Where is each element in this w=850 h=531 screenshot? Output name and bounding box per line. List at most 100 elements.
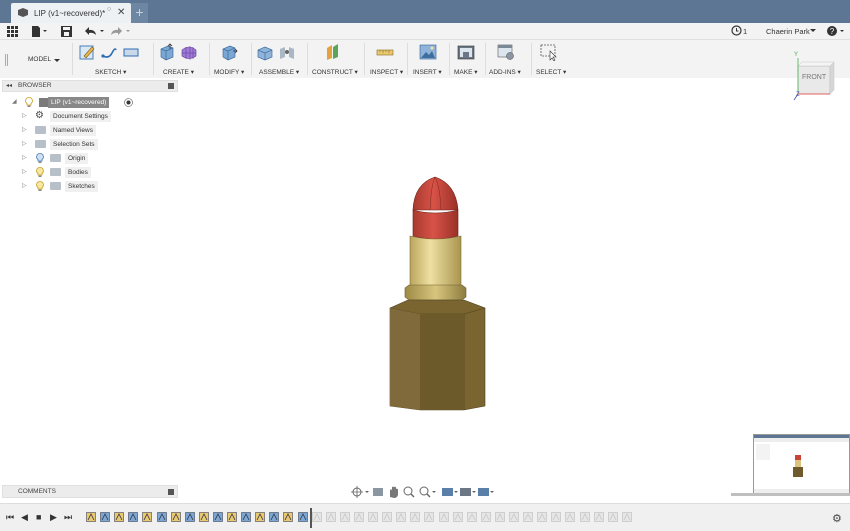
activate-radio-icon[interactable] (124, 98, 133, 107)
timeline-marker[interactable] (310, 508, 312, 528)
offset-plane-icon[interactable] (324, 43, 342, 61)
undo-icon[interactable] (84, 26, 106, 37)
timeline-feature-icon[interactable] (255, 512, 265, 522)
form-icon[interactable] (180, 43, 198, 61)
timeline-suppressed-feature-icon[interactable] (523, 512, 533, 522)
timeline-feature-icon[interactable] (184, 512, 195, 522)
browser-item-document-settings[interactable]: ▷ ⚙ Document Settings (22, 110, 122, 122)
user-account-menu[interactable]: Chaerin Park (766, 27, 810, 36)
browser-item-bodies[interactable]: ▷ Bodies (22, 167, 122, 178)
workspace-mode-selector[interactable]: MODEL (6, 44, 66, 74)
job-status-icon[interactable] (731, 25, 742, 36)
lipstick-model[interactable] (380, 170, 495, 415)
visibility-bulb-icon[interactable] (25, 97, 33, 108)
expand-toggle-icon[interactable]: ▷ (22, 140, 27, 147)
timeline-suppressed-feature-icon[interactable] (466, 512, 477, 522)
sketch-menu[interactable]: SKETCH ▾ (95, 68, 126, 76)
timeline-feature-icon[interactable] (142, 512, 153, 522)
timeline-suppressed-feature-icon[interactable] (396, 512, 406, 522)
look-at-icon[interactable] (373, 488, 383, 496)
joint-icon[interactable] (278, 43, 296, 61)
timeline-suppressed-feature-icon[interactable] (339, 512, 350, 522)
create-sketch-icon[interactable] (78, 43, 96, 61)
select-menu[interactable]: SELECT ▾ (536, 68, 566, 76)
go-to-start-icon[interactable]: ⏮ (6, 512, 14, 523)
timeline-suppressed-feature-icon[interactable] (368, 512, 378, 522)
stop-icon[interactable]: ■ (36, 512, 41, 522)
display-chevron-down-icon[interactable] (454, 491, 458, 493)
timeline-suppressed-feature-icon[interactable] (382, 512, 392, 522)
rectangle-icon[interactable] (122, 43, 140, 61)
visibility-bulb-icon[interactable] (36, 181, 44, 192)
timeline-feature-icon[interactable] (269, 512, 280, 522)
zoom-window-icon[interactable] (419, 486, 431, 498)
timeline-suppressed-feature-icon[interactable] (354, 512, 364, 522)
help-icon[interactable]: ? (826, 25, 846, 37)
line-icon[interactable] (100, 43, 118, 61)
timeline-suppressed-feature-icon[interactable] (480, 512, 491, 522)
expand-toggle-icon[interactable]: ▷ (22, 126, 27, 133)
save-icon[interactable] (61, 26, 72, 37)
zoom-chevron-down-icon[interactable] (432, 491, 436, 493)
timeline-feature-icon[interactable] (241, 512, 251, 522)
preview-scrollbar[interactable] (731, 493, 850, 496)
pan-hand-icon[interactable] (390, 486, 398, 498)
timeline-suppressed-feature-icon[interactable] (452, 512, 463, 522)
insert-menu[interactable]: INSERT ▾ (413, 68, 442, 76)
timeline-suppressed-feature-icon[interactable] (565, 512, 576, 522)
timeline-suppressed-feature-icon[interactable] (537, 512, 547, 522)
expand-toggle-icon[interactable]: ▷ (22, 154, 27, 161)
timeline-feature-icon[interactable] (114, 512, 124, 522)
grid-chevron-down-icon[interactable] (472, 491, 476, 493)
timeline-suppressed-feature-icon[interactable] (509, 512, 519, 522)
timeline-suppressed-feature-icon[interactable] (424, 512, 435, 522)
app-grid-icon[interactable] (7, 26, 18, 37)
inspect-menu[interactable]: INSPECT ▾ (370, 68, 403, 76)
add-ins-menu[interactable]: ADD-INS ▾ (489, 68, 521, 76)
expand-toggle-icon[interactable]: ▷ (22, 112, 27, 119)
timeline-suppressed-feature-icon[interactable] (607, 512, 618, 522)
expand-toggle-icon[interactable]: ▷ (22, 168, 27, 175)
make-menu[interactable]: MAKE ▾ (454, 68, 478, 76)
viewcube[interactable]: FRONT Y Z (790, 52, 840, 102)
window-preview-thumbnail[interactable] (753, 434, 850, 494)
timeline-suppressed-feature-icon[interactable] (579, 512, 590, 522)
step-forward-icon[interactable]: ▶ (50, 512, 57, 523)
browser-item-origin[interactable]: ▷ Origin (22, 153, 122, 164)
construct-menu[interactable]: CONSTRUCT ▾ (312, 68, 358, 76)
go-to-end-icon[interactable]: ⏭ (64, 512, 72, 523)
viewcube-front-face[interactable]: FRONT (802, 74, 826, 81)
browser-root-node[interactable]: ◢ LIP (v1~recovered) (12, 97, 142, 108)
visibility-bulb-icon[interactable] (36, 153, 44, 164)
browser-panel-header[interactable]: ◂◂ BROWSER (2, 80, 178, 92)
scripts-and-add-ins-icon[interactable] (497, 43, 515, 61)
timeline-suppressed-feature-icon[interactable] (410, 512, 421, 522)
file-menu-icon[interactable] (32, 26, 48, 37)
timeline-feature-icon[interactable] (86, 512, 96, 522)
timeline-suppressed-feature-icon[interactable] (621, 512, 632, 522)
grid-snaps-icon[interactable] (460, 488, 471, 496)
timeline-feature-icon[interactable] (227, 512, 237, 522)
step-back-icon[interactable]: ◀ (21, 512, 28, 523)
timeline-feature-icon[interactable] (297, 512, 308, 522)
timeline-feature-icon[interactable] (283, 512, 294, 522)
zoom-icon[interactable] (403, 486, 415, 498)
viewports-chevron-down-icon[interactable] (490, 491, 494, 493)
timeline-feature-icon[interactable] (198, 512, 209, 522)
document-tab[interactable]: LIP (v1~recovered)* ○ ✕ (11, 3, 131, 23)
display-settings-icon[interactable] (442, 488, 453, 496)
browser-item-sketches[interactable]: ▷ Sketches (22, 181, 122, 192)
press-pull-icon[interactable] (220, 43, 238, 61)
create-menu[interactable]: CREATE ▾ (163, 68, 194, 76)
timeline-suppressed-feature-icon[interactable] (311, 512, 322, 522)
browser-item-named-views[interactable]: ▷ Named Views (22, 125, 122, 136)
timeline-suppressed-feature-icon[interactable] (593, 512, 604, 522)
timeline-suppressed-feature-icon[interactable] (325, 512, 336, 522)
redo-icon[interactable] (110, 26, 132, 37)
viewports-icon[interactable] (478, 488, 489, 496)
timeline-feature-icon[interactable] (100, 512, 110, 522)
extrude-icon[interactable] (158, 43, 176, 61)
timeline-feature-icon[interactable] (170, 512, 181, 522)
comments-panel-header[interactable]: COMMENTS (2, 485, 178, 498)
assemble-menu[interactable]: ASSEMBLE ▾ (259, 68, 299, 76)
